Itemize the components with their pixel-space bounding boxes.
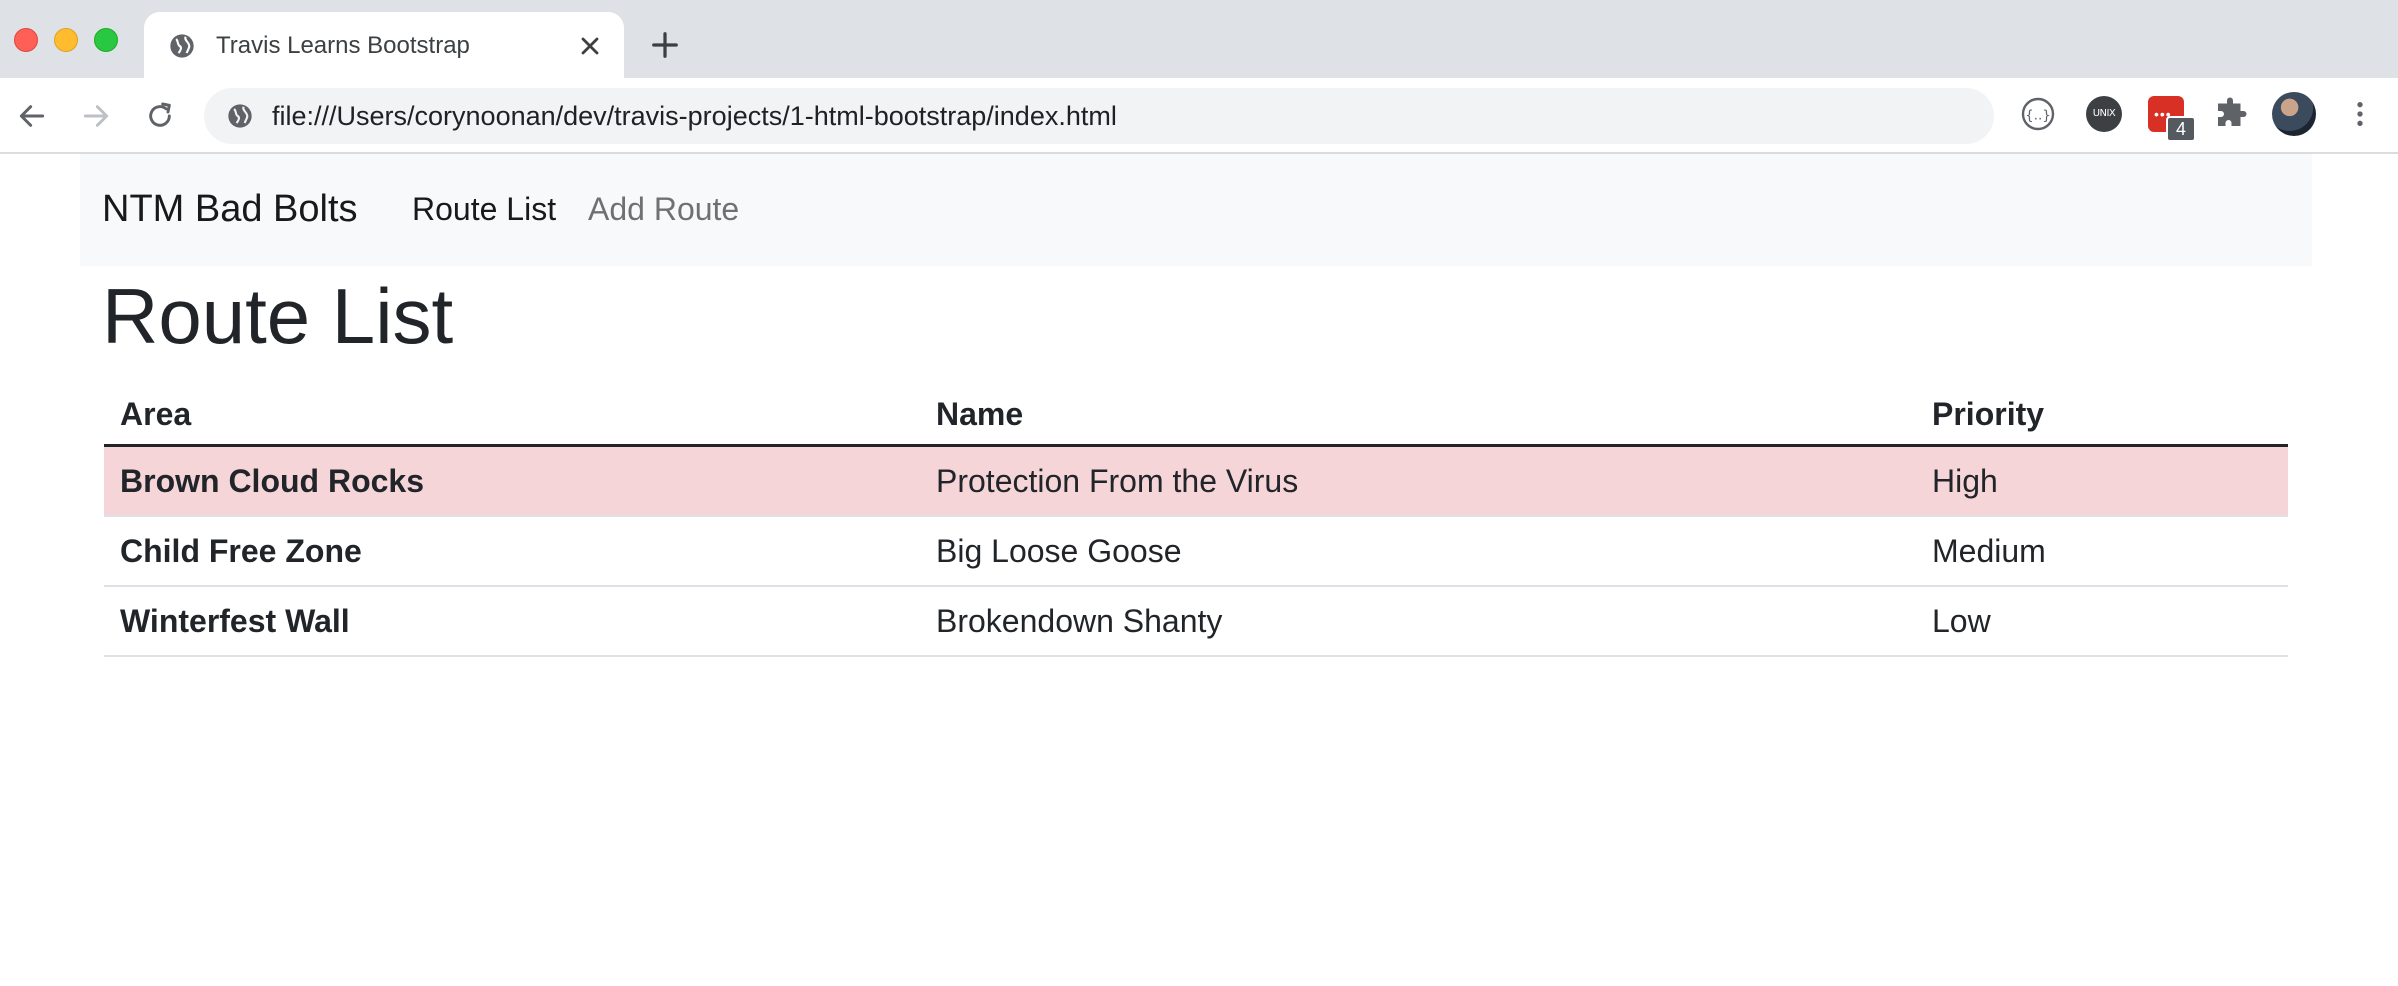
column-header-priority[interactable]: Priority — [1916, 384, 2288, 447]
globe-icon — [170, 34, 194, 58]
profile-avatar[interactable] — [2272, 92, 2316, 136]
browser-toolbar: file:///Users/corynoonan/dev/travis-proj… — [0, 78, 2398, 154]
minimize-window-button[interactable] — [54, 28, 78, 52]
close-window-button[interactable] — [14, 28, 38, 52]
site-navbar: NTM Bad Bolts Route List Add Route — [80, 154, 2312, 266]
unix-extension-label: UNIX — [2092, 108, 2116, 119]
table-row[interactable]: Child Free Zone Big Loose Goose Medium — [104, 516, 2288, 586]
puzzle-icon[interactable] — [2212, 96, 2248, 132]
name-cell: Protection From the Virus — [936, 462, 1299, 499]
globe-icon — [228, 104, 252, 128]
back-arrow-icon[interactable] — [16, 100, 48, 132]
browser-tab-active[interactable]: Travis Learns Bootstrap — [144, 12, 624, 78]
unix-time-icon[interactable]: UNIX — [2086, 96, 2122, 132]
name-cell: Brokendown Shanty — [936, 602, 1223, 639]
table-row[interactable]: Winterfest Wall Brokendown Shanty Low — [104, 586, 2288, 656]
area-cell: Brown Cloud Rocks — [120, 462, 425, 499]
priority-cell: High — [1932, 462, 1998, 499]
svg-text:{..}: {..} — [2025, 107, 2051, 123]
name-cell: Big Loose Goose — [936, 532, 1182, 569]
column-header-area[interactable]: Area — [104, 384, 920, 447]
url-text[interactable]: file:///Users/corynoonan/dev/travis-proj… — [272, 100, 1117, 132]
priority-cell: Medium — [1932, 532, 2046, 569]
browser-tabstrip: Travis Learns Bootstrap — [0, 0, 2398, 78]
priority-cell: Low — [1932, 602, 1991, 639]
column-header-name[interactable]: Name — [920, 384, 1916, 447]
navbar-brand[interactable]: NTM Bad Bolts — [102, 186, 358, 232]
close-tab-icon[interactable] — [576, 32, 604, 60]
table-header-row: Area Name Priority — [104, 384, 2288, 447]
forward-arrow-icon[interactable] — [80, 100, 112, 132]
area-cell: Winterfest Wall — [120, 602, 350, 639]
reload-icon[interactable] — [144, 100, 176, 132]
zoom-window-button[interactable] — [94, 28, 118, 52]
address-bar[interactable]: file:///Users/corynoonan/dev/travis-proj… — [204, 88, 1994, 144]
todo-extension-icon[interactable]: ••• 4 — [2148, 96, 2196, 142]
nav-link-add-route[interactable]: Add Route — [588, 188, 739, 230]
routes-table: Area Name Priority Brown Cloud Rocks Pro… — [104, 384, 2288, 657]
extension-badge: 4 — [2166, 116, 2196, 142]
json-formatter-icon[interactable]: {..} — [2020, 96, 2056, 132]
table-row[interactable]: Brown Cloud Rocks Protection From the Vi… — [104, 445, 2288, 516]
area-cell: Child Free Zone — [120, 532, 362, 569]
page-title: Route List — [102, 272, 454, 360]
new-tab-plus-icon[interactable] — [650, 30, 680, 60]
tab-title: Travis Learns Bootstrap — [216, 32, 470, 59]
more-menu-icon[interactable] — [2344, 98, 2376, 130]
nav-link-route-list[interactable]: Route List — [412, 188, 556, 230]
